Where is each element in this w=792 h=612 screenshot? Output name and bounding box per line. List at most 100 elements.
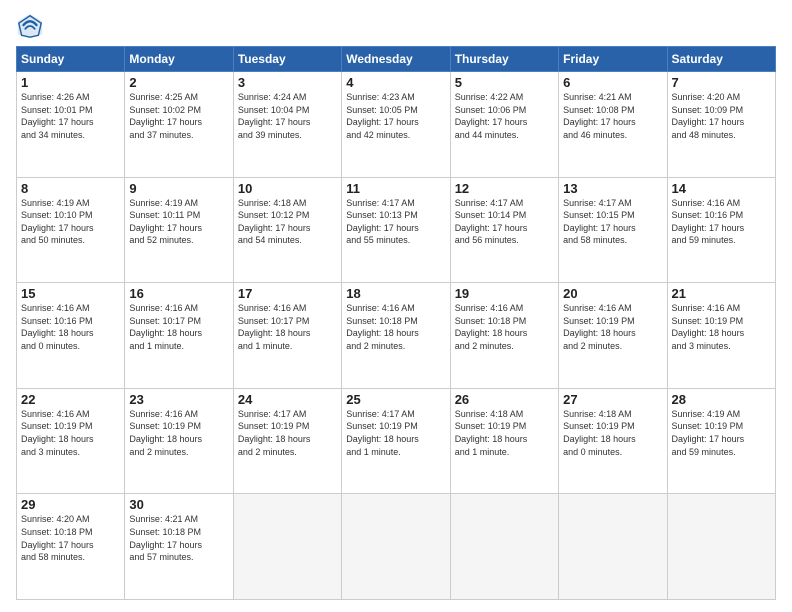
calendar-cell: 22Sunrise: 4:16 AM Sunset: 10:19 PM Dayl… — [17, 388, 125, 494]
calendar-cell: 4Sunrise: 4:23 AM Sunset: 10:05 PM Dayli… — [342, 72, 450, 178]
day-info: Sunrise: 4:17 AM Sunset: 10:13 PM Daylig… — [346, 197, 445, 247]
day-info: Sunrise: 4:16 AM Sunset: 10:17 PM Daylig… — [238, 302, 337, 352]
calendar-cell: 21Sunrise: 4:16 AM Sunset: 10:19 PM Dayl… — [667, 283, 775, 389]
logo-icon — [16, 12, 44, 40]
calendar-cell: 16Sunrise: 4:16 AM Sunset: 10:17 PM Dayl… — [125, 283, 233, 389]
calendar-cell: 7Sunrise: 4:20 AM Sunset: 10:09 PM Dayli… — [667, 72, 775, 178]
calendar-cell: 27Sunrise: 4:18 AM Sunset: 10:19 PM Dayl… — [559, 388, 667, 494]
calendar-cell: 24Sunrise: 4:17 AM Sunset: 10:19 PM Dayl… — [233, 388, 341, 494]
day-number: 3 — [238, 75, 337, 90]
day-info: Sunrise: 4:18 AM Sunset: 10:19 PM Daylig… — [563, 408, 662, 458]
calendar-cell: 15Sunrise: 4:16 AM Sunset: 10:16 PM Dayl… — [17, 283, 125, 389]
day-info: Sunrise: 4:17 AM Sunset: 10:19 PM Daylig… — [346, 408, 445, 458]
calendar-cell: 3Sunrise: 4:24 AM Sunset: 10:04 PM Dayli… — [233, 72, 341, 178]
calendar-cell: 20Sunrise: 4:16 AM Sunset: 10:19 PM Dayl… — [559, 283, 667, 389]
day-number: 13 — [563, 181, 662, 196]
calendar-cell: 10Sunrise: 4:18 AM Sunset: 10:12 PM Dayl… — [233, 177, 341, 283]
day-info: Sunrise: 4:26 AM Sunset: 10:01 PM Daylig… — [21, 91, 120, 141]
calendar: SundayMondayTuesdayWednesdayThursdayFrid… — [16, 46, 776, 600]
calendar-cell: 18Sunrise: 4:16 AM Sunset: 10:18 PM Dayl… — [342, 283, 450, 389]
calendar-cell: 6Sunrise: 4:21 AM Sunset: 10:08 PM Dayli… — [559, 72, 667, 178]
day-number: 12 — [455, 181, 554, 196]
column-header-thursday: Thursday — [450, 47, 558, 72]
day-info: Sunrise: 4:23 AM Sunset: 10:05 PM Daylig… — [346, 91, 445, 141]
day-number: 27 — [563, 392, 662, 407]
calendar-cell — [450, 494, 558, 600]
calendar-cell: 23Sunrise: 4:16 AM Sunset: 10:19 PM Dayl… — [125, 388, 233, 494]
calendar-cell: 9Sunrise: 4:19 AM Sunset: 10:11 PM Dayli… — [125, 177, 233, 283]
column-header-wednesday: Wednesday — [342, 47, 450, 72]
day-number: 28 — [672, 392, 771, 407]
day-number: 15 — [21, 286, 120, 301]
day-info: Sunrise: 4:21 AM Sunset: 10:18 PM Daylig… — [129, 513, 228, 563]
day-info: Sunrise: 4:25 AM Sunset: 10:02 PM Daylig… — [129, 91, 228, 141]
day-info: Sunrise: 4:24 AM Sunset: 10:04 PM Daylig… — [238, 91, 337, 141]
day-info: Sunrise: 4:17 AM Sunset: 10:19 PM Daylig… — [238, 408, 337, 458]
calendar-week-3: 15Sunrise: 4:16 AM Sunset: 10:16 PM Dayl… — [17, 283, 776, 389]
calendar-cell: 26Sunrise: 4:18 AM Sunset: 10:19 PM Dayl… — [450, 388, 558, 494]
calendar-week-5: 29Sunrise: 4:20 AM Sunset: 10:18 PM Dayl… — [17, 494, 776, 600]
day-number: 6 — [563, 75, 662, 90]
day-number: 18 — [346, 286, 445, 301]
header — [16, 12, 776, 40]
day-info: Sunrise: 4:20 AM Sunset: 10:09 PM Daylig… — [672, 91, 771, 141]
day-number: 9 — [129, 181, 228, 196]
day-number: 24 — [238, 392, 337, 407]
calendar-week-4: 22Sunrise: 4:16 AM Sunset: 10:19 PM Dayl… — [17, 388, 776, 494]
day-number: 21 — [672, 286, 771, 301]
day-number: 20 — [563, 286, 662, 301]
day-number: 11 — [346, 181, 445, 196]
day-number: 4 — [346, 75, 445, 90]
calendar-header-row: SundayMondayTuesdayWednesdayThursdayFrid… — [17, 47, 776, 72]
day-info: Sunrise: 4:16 AM Sunset: 10:19 PM Daylig… — [672, 302, 771, 352]
day-info: Sunrise: 4:19 AM Sunset: 10:19 PM Daylig… — [672, 408, 771, 458]
day-info: Sunrise: 4:16 AM Sunset: 10:18 PM Daylig… — [455, 302, 554, 352]
calendar-cell: 12Sunrise: 4:17 AM Sunset: 10:14 PM Dayl… — [450, 177, 558, 283]
calendar-cell — [667, 494, 775, 600]
column-header-tuesday: Tuesday — [233, 47, 341, 72]
day-info: Sunrise: 4:19 AM Sunset: 10:11 PM Daylig… — [129, 197, 228, 247]
calendar-cell: 1Sunrise: 4:26 AM Sunset: 10:01 PM Dayli… — [17, 72, 125, 178]
calendar-cell: 29Sunrise: 4:20 AM Sunset: 10:18 PM Dayl… — [17, 494, 125, 600]
day-info: Sunrise: 4:17 AM Sunset: 10:14 PM Daylig… — [455, 197, 554, 247]
day-info: Sunrise: 4:18 AM Sunset: 10:12 PM Daylig… — [238, 197, 337, 247]
logo — [16, 12, 48, 40]
calendar-cell: 5Sunrise: 4:22 AM Sunset: 10:06 PM Dayli… — [450, 72, 558, 178]
day-number: 10 — [238, 181, 337, 196]
day-number: 29 — [21, 497, 120, 512]
calendar-cell — [559, 494, 667, 600]
day-info: Sunrise: 4:18 AM Sunset: 10:19 PM Daylig… — [455, 408, 554, 458]
day-number: 17 — [238, 286, 337, 301]
calendar-cell: 2Sunrise: 4:25 AM Sunset: 10:02 PM Dayli… — [125, 72, 233, 178]
column-header-saturday: Saturday — [667, 47, 775, 72]
calendar-week-2: 8Sunrise: 4:19 AM Sunset: 10:10 PM Dayli… — [17, 177, 776, 283]
calendar-cell: 11Sunrise: 4:17 AM Sunset: 10:13 PM Dayl… — [342, 177, 450, 283]
day-info: Sunrise: 4:16 AM Sunset: 10:16 PM Daylig… — [21, 302, 120, 352]
day-number: 1 — [21, 75, 120, 90]
calendar-cell: 13Sunrise: 4:17 AM Sunset: 10:15 PM Dayl… — [559, 177, 667, 283]
day-info: Sunrise: 4:16 AM Sunset: 10:17 PM Daylig… — [129, 302, 228, 352]
day-number: 22 — [21, 392, 120, 407]
day-info: Sunrise: 4:16 AM Sunset: 10:16 PM Daylig… — [672, 197, 771, 247]
day-info: Sunrise: 4:16 AM Sunset: 10:19 PM Daylig… — [21, 408, 120, 458]
day-info: Sunrise: 4:17 AM Sunset: 10:15 PM Daylig… — [563, 197, 662, 247]
day-number: 23 — [129, 392, 228, 407]
calendar-week-1: 1Sunrise: 4:26 AM Sunset: 10:01 PM Dayli… — [17, 72, 776, 178]
calendar-cell: 19Sunrise: 4:16 AM Sunset: 10:18 PM Dayl… — [450, 283, 558, 389]
day-info: Sunrise: 4:16 AM Sunset: 10:18 PM Daylig… — [346, 302, 445, 352]
day-number: 26 — [455, 392, 554, 407]
day-number: 2 — [129, 75, 228, 90]
page: SundayMondayTuesdayWednesdayThursdayFrid… — [0, 0, 792, 612]
day-number: 8 — [21, 181, 120, 196]
day-number: 7 — [672, 75, 771, 90]
day-info: Sunrise: 4:22 AM Sunset: 10:06 PM Daylig… — [455, 91, 554, 141]
calendar-cell: 28Sunrise: 4:19 AM Sunset: 10:19 PM Dayl… — [667, 388, 775, 494]
calendar-cell: 8Sunrise: 4:19 AM Sunset: 10:10 PM Dayli… — [17, 177, 125, 283]
day-number: 14 — [672, 181, 771, 196]
day-info: Sunrise: 4:20 AM Sunset: 10:18 PM Daylig… — [21, 513, 120, 563]
day-number: 19 — [455, 286, 554, 301]
day-number: 16 — [129, 286, 228, 301]
calendar-cell: 25Sunrise: 4:17 AM Sunset: 10:19 PM Dayl… — [342, 388, 450, 494]
day-info: Sunrise: 4:16 AM Sunset: 10:19 PM Daylig… — [563, 302, 662, 352]
column-header-monday: Monday — [125, 47, 233, 72]
